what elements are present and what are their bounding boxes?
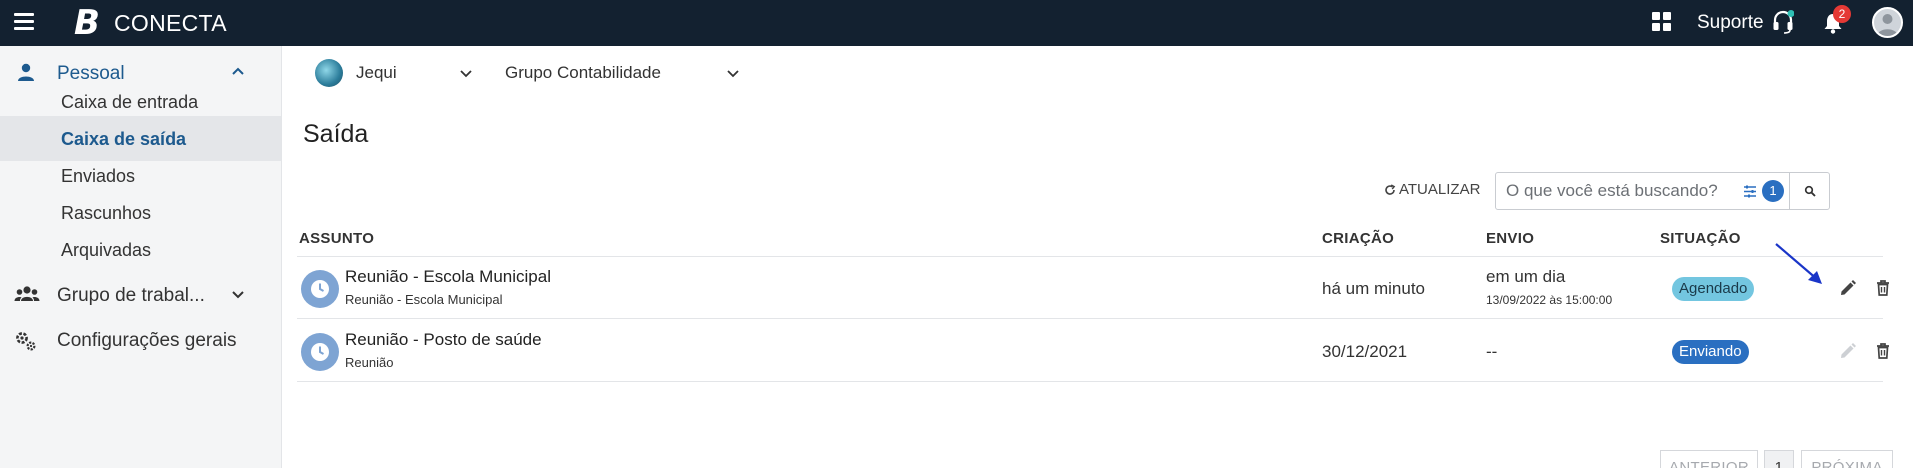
- filter-count-badge: 1: [1762, 180, 1784, 202]
- row-sent-detail: 13/09/2022 às 15:00:00: [1486, 293, 1613, 307]
- edit-icon[interactable]: [1838, 278, 1858, 298]
- sidebar-section-label: Configurações gerais: [57, 330, 237, 351]
- headset-icon[interactable]: [1772, 10, 1795, 34]
- brand-name: CONECTA: [114, 10, 227, 36]
- column-header-status[interactable]: SITUAÇÃO: [1660, 230, 1741, 248]
- sidebar-item-label: Rascunhos: [61, 203, 152, 223]
- search-button[interactable]: [1789, 172, 1830, 210]
- current-page-button[interactable]: 1: [1764, 450, 1794, 468]
- chevron-down-icon[interactable]: [230, 286, 246, 302]
- row-sent: em um dia: [1486, 267, 1566, 286]
- row-sent: --: [1486, 342, 1498, 361]
- clock-icon: [301, 333, 339, 371]
- filter-icon[interactable]: [1743, 185, 1757, 198]
- row-subtitle: Reunião: [345, 355, 394, 370]
- top-bar: B CONECTA Suporte 2: [0, 0, 1913, 46]
- table-row[interactable]: Reunião - Posto de saúde Reunião 30/12/2…: [297, 320, 1889, 382]
- chevron-down-icon: [459, 66, 473, 80]
- row-subtitle: Reunião - Escola Municipal: [345, 292, 503, 307]
- sidebar-item-label: Enviados: [61, 166, 136, 186]
- sidebar-item-label: Caixa de saída: [61, 129, 187, 149]
- group-select[interactable]: Grupo Contabilidade: [505, 58, 739, 88]
- column-header-sent[interactable]: ENVIO: [1486, 230, 1534, 248]
- logo: B: [74, 3, 100, 43]
- settings-icon: [14, 329, 38, 351]
- apps-grid-icon[interactable]: [1652, 12, 1671, 31]
- delete-icon[interactable]: [1873, 278, 1893, 298]
- page-title: Saída: [303, 120, 369, 148]
- row-subject: Reunião - Escola Municipal: [345, 267, 551, 286]
- organization-select[interactable]: Jequi: [283, 58, 483, 88]
- main-content: Jequi Grupo Contabilidade Saída ATUALIZA…: [283, 46, 1913, 468]
- sidebar-section-label: Grupo de trabal...: [57, 285, 205, 306]
- sidebar-item-label: Arquivadas: [61, 240, 152, 260]
- menu-icon[interactable]: [14, 13, 36, 31]
- sidebar-section-configuracoes-gerais[interactable]: Configurações gerais: [0, 313, 282, 367]
- status-badge: Agendado: [1672, 277, 1755, 301]
- search-box: 1: [1495, 172, 1790, 210]
- sidebar-item-arquivadas[interactable]: Arquivadas: [0, 227, 281, 272]
- chevron-up-icon[interactable]: [230, 64, 246, 80]
- status-badge: Enviando: [1672, 340, 1749, 364]
- chevron-down-icon: [726, 66, 740, 80]
- next-page-button[interactable]: PRÓXIMA: [1801, 450, 1893, 468]
- clock-icon: [301, 270, 339, 308]
- group-select-label: Grupo Contabilidade: [505, 63, 661, 82]
- support-label[interactable]: Suporte: [1697, 12, 1764, 34]
- edit-icon: [1838, 341, 1858, 361]
- row-created: 30/12/2021: [1322, 342, 1408, 361]
- group-icon: [14, 284, 40, 306]
- previous-page-button[interactable]: ANTERIOR: [1660, 450, 1758, 468]
- avatar-icon[interactable]: [1872, 7, 1903, 38]
- column-header-subject[interactable]: ASSUNTO: [299, 230, 374, 248]
- refresh-label: ATUALIZAR: [1399, 181, 1481, 198]
- organization-select-label: Jequi: [356, 63, 397, 82]
- sidebar: Pessoal Caixa de entrada Caixa de saída …: [0, 46, 282, 468]
- delete-icon[interactable]: [1873, 341, 1893, 361]
- sidebar-item-label: Caixa de entrada: [61, 92, 199, 112]
- annotation-arrow: [1775, 243, 1822, 284]
- refresh-icon: [1384, 183, 1396, 195]
- row-subject: Reunião - Posto de saúde: [345, 330, 542, 349]
- row-created: há um minuto: [1322, 279, 1425, 298]
- notification-badge: 2: [1833, 5, 1851, 23]
- search-icon: [1804, 185, 1816, 197]
- search-input[interactable]: [1506, 181, 1726, 201]
- table-row[interactable]: Reunião - Escola Municipal Reunião - Esc…: [297, 257, 1889, 319]
- column-header-created[interactable]: CRIAÇÃO: [1322, 230, 1394, 248]
